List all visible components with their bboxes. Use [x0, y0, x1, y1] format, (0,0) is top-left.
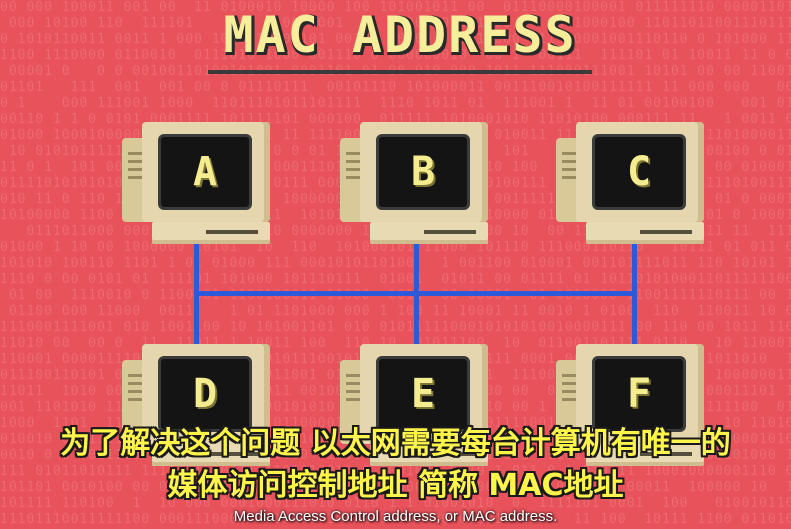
subtitle-chinese-line2: 媒体访问控制地址 简称 MAC地址 [167, 468, 624, 503]
computer-screen: C [592, 134, 686, 210]
computer-screen: B [376, 134, 470, 210]
subtitle-english: Media Access Control address, or MAC add… [233, 508, 558, 525]
wire-vertical-c [632, 238, 637, 358]
wire-vertical-a [194, 238, 199, 358]
computer-label: B [410, 149, 436, 195]
subtitle-chinese-line1: 为了解决这个问题 以太网需要每台计算机有唯一的 [60, 426, 731, 461]
title-underline [208, 70, 592, 74]
page-title: MAC ADDRESS [223, 6, 577, 64]
computer-a: A [122, 122, 270, 244]
computer-label: A [192, 149, 218, 195]
wire-vertical-b [414, 238, 419, 358]
wire-horizontal-bus [194, 291, 637, 296]
computer-b: B [340, 122, 488, 244]
computer-label: C [626, 149, 652, 195]
computer-screen: A [158, 134, 252, 210]
computer-c: C [556, 122, 704, 244]
